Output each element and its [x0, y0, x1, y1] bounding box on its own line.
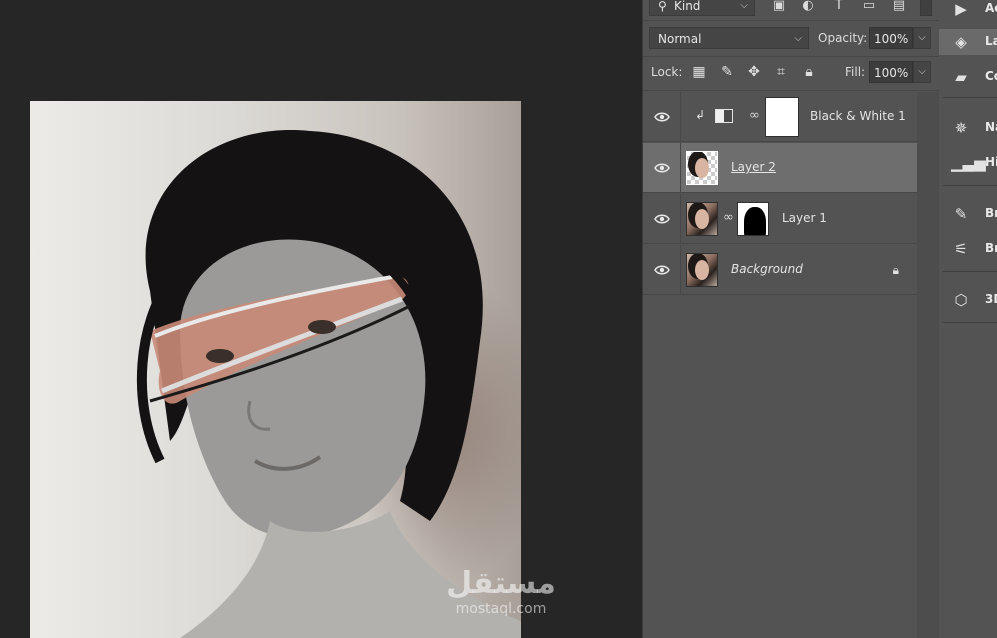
link-chain-icon[interactable]: ∞	[723, 210, 734, 225]
opacity-dropdown-button[interactable]: ⌵	[913, 27, 931, 49]
filter-kind-label: Kind	[674, 0, 701, 13]
portrait-thumbnail-face	[695, 158, 709, 178]
dock-item-label: Ac	[985, 1, 997, 15]
watermark-arabic: مستقل	[446, 566, 556, 601]
layers-icon: ◈	[955, 33, 967, 51]
mask-silhouette	[744, 207, 766, 235]
dock-item-label: Na	[985, 120, 997, 134]
layer-name[interactable]: Background	[731, 262, 803, 276]
lock-artboard-icon[interactable]: ⌗	[773, 64, 789, 80]
fill-input[interactable]: 100%	[869, 61, 913, 83]
portrait-thumbnail-face	[695, 209, 709, 229]
type-filter-icon[interactable]: T	[831, 0, 847, 13]
divider	[643, 56, 939, 57]
fill-label: Fill:	[845, 65, 866, 79]
canvas-area[interactable]: مستقل mostaql.com	[0, 0, 642, 638]
layer-name[interactable]: Black & White 1	[810, 109, 906, 123]
fill-value: 100%	[874, 66, 909, 80]
lock-label: Lock:	[651, 65, 683, 79]
smart-object-filter-icon[interactable]: ▤	[891, 0, 907, 13]
dock-item-brushes[interactable]: ✎ Br	[939, 201, 997, 227]
filter-kind-dropdown[interactable]: ⚲ Kind ⌵	[649, 0, 755, 16]
layers-panel: ⚲ Kind ⌵ ▣ ◐ T ▭ ▤ Normal ⌵ Opacity: 100…	[642, 0, 940, 638]
eye-icon	[654, 163, 670, 173]
navigator-icon: ✵	[954, 119, 968, 137]
layer-lock-icon[interactable]: 🔒︎	[893, 263, 899, 278]
document-image[interactable]	[30, 101, 521, 638]
dock-divider	[943, 322, 997, 323]
lock-transparent-pixels-icon[interactable]: ▦	[691, 64, 707, 80]
dock-item-label: Hi	[985, 155, 997, 169]
lock-all-icon[interactable]: 🔒︎	[801, 64, 817, 80]
cube-icon: ⬡	[954, 291, 968, 309]
chevron-down-icon: ⌵	[740, 0, 748, 11]
eye-icon	[654, 265, 670, 275]
layer-thumbnail[interactable]	[686, 202, 718, 236]
dock-item-comments[interactable]: ▰ Co	[939, 64, 997, 90]
dock-divider	[943, 97, 997, 98]
layer-row-layer-1[interactable]: ∞ Layer 1	[643, 194, 917, 244]
dock-item-label: Br	[985, 241, 997, 255]
divider	[643, 90, 939, 91]
visibility-toggle[interactable]	[643, 194, 681, 244]
image-filter-icon[interactable]: ▣	[771, 0, 787, 13]
layer-mask-thumbnail[interactable]	[737, 202, 769, 236]
brush-icon: ✎	[954, 205, 968, 223]
portrait-thumbnail-face	[695, 260, 709, 280]
adjustment-filter-icon[interactable]: ◐	[800, 0, 816, 13]
dock-item-label: La	[985, 34, 997, 48]
blend-mode-value: Normal	[658, 32, 702, 46]
dock-item-label: Br	[985, 206, 997, 220]
dock-item-label: 3D	[985, 292, 997, 306]
chevron-down-icon: ⌵	[918, 32, 926, 43]
comment-icon: ▰	[955, 68, 967, 86]
layer-row-black-white-1[interactable]: ↲ ∞ Black & White 1	[643, 92, 917, 142]
blend-mode-dropdown[interactable]: Normal ⌵	[649, 27, 809, 49]
visibility-toggle[interactable]	[643, 245, 681, 295]
chevron-down-icon: ⌵	[794, 33, 802, 44]
layer-name[interactable]: Layer 1	[782, 211, 827, 225]
black-white-adjustment-icon[interactable]	[715, 109, 733, 123]
layers-scrollbar-track[interactable]	[917, 92, 939, 638]
layer-thumbnail[interactable]	[686, 151, 718, 185]
layer-filter-bar: ⚲ Kind ⌵ ▣ ◐ T ▭ ▤	[643, 0, 939, 21]
layer-thumbnail[interactable]	[686, 253, 718, 287]
panel-dock: ▶ Ac ◈ La ▰ Co ✵ Na ▁▃▅ Hi ✎ Br ⚟ Br ⬡ 3…	[939, 0, 997, 638]
lock-position-icon[interactable]: ✥	[746, 64, 762, 80]
dock-item-navigator[interactable]: ✵ Na	[939, 115, 997, 141]
histogram-icon: ▁▃▅	[951, 154, 986, 172]
brush-settings-icon: ⚟	[954, 240, 968, 258]
dock-item-brush-settings[interactable]: ⚟ Br	[939, 236, 997, 262]
visibility-toggle[interactable]	[643, 143, 681, 193]
dock-divider	[943, 185, 997, 186]
opacity-value: 100%	[874, 32, 909, 46]
fill-dropdown-button[interactable]: ⌵	[913, 61, 931, 83]
eye-icon	[654, 214, 670, 224]
dock-item-layers[interactable]: ◈ La	[939, 29, 997, 55]
chevron-down-icon: ⌵	[918, 66, 926, 77]
play-icon: ▶	[955, 0, 967, 18]
dock-divider	[943, 271, 997, 272]
visibility-toggle[interactable]	[643, 92, 681, 142]
link-chain-icon[interactable]: ∞	[749, 108, 760, 123]
dock-item-3d[interactable]: ⬡ 3D	[939, 287, 997, 313]
dock-item-histogram[interactable]: ▁▃▅ Hi	[939, 150, 997, 176]
layer-row-layer-2[interactable]: Layer 2	[643, 143, 917, 193]
lock-image-pixels-icon[interactable]: ✎	[719, 64, 735, 80]
filter-toggle-switch[interactable]	[920, 0, 932, 16]
search-icon: ⚲	[658, 0, 667, 13]
dock-item-actions[interactable]: ▶ Ac	[939, 0, 997, 22]
watermark-latin: mostaql.com	[455, 601, 547, 617]
clipping-mask-arrow-icon: ↲	[695, 108, 706, 122]
opacity-input[interactable]: 100%	[869, 27, 913, 49]
dock-item-label: Co	[985, 69, 997, 83]
shape-filter-icon[interactable]: ▭	[861, 0, 877, 13]
adjustment-mask-thumbnail[interactable]	[765, 97, 799, 137]
layer-row-background[interactable]: Background 🔒︎	[643, 245, 917, 295]
portrait-image	[136, 130, 521, 638]
layer-name[interactable]: Layer 2	[731, 160, 776, 174]
eye-icon	[654, 112, 670, 122]
watermark: مستقل mostaql.com	[436, 566, 566, 618]
opacity-label: Opacity:	[818, 31, 868, 45]
